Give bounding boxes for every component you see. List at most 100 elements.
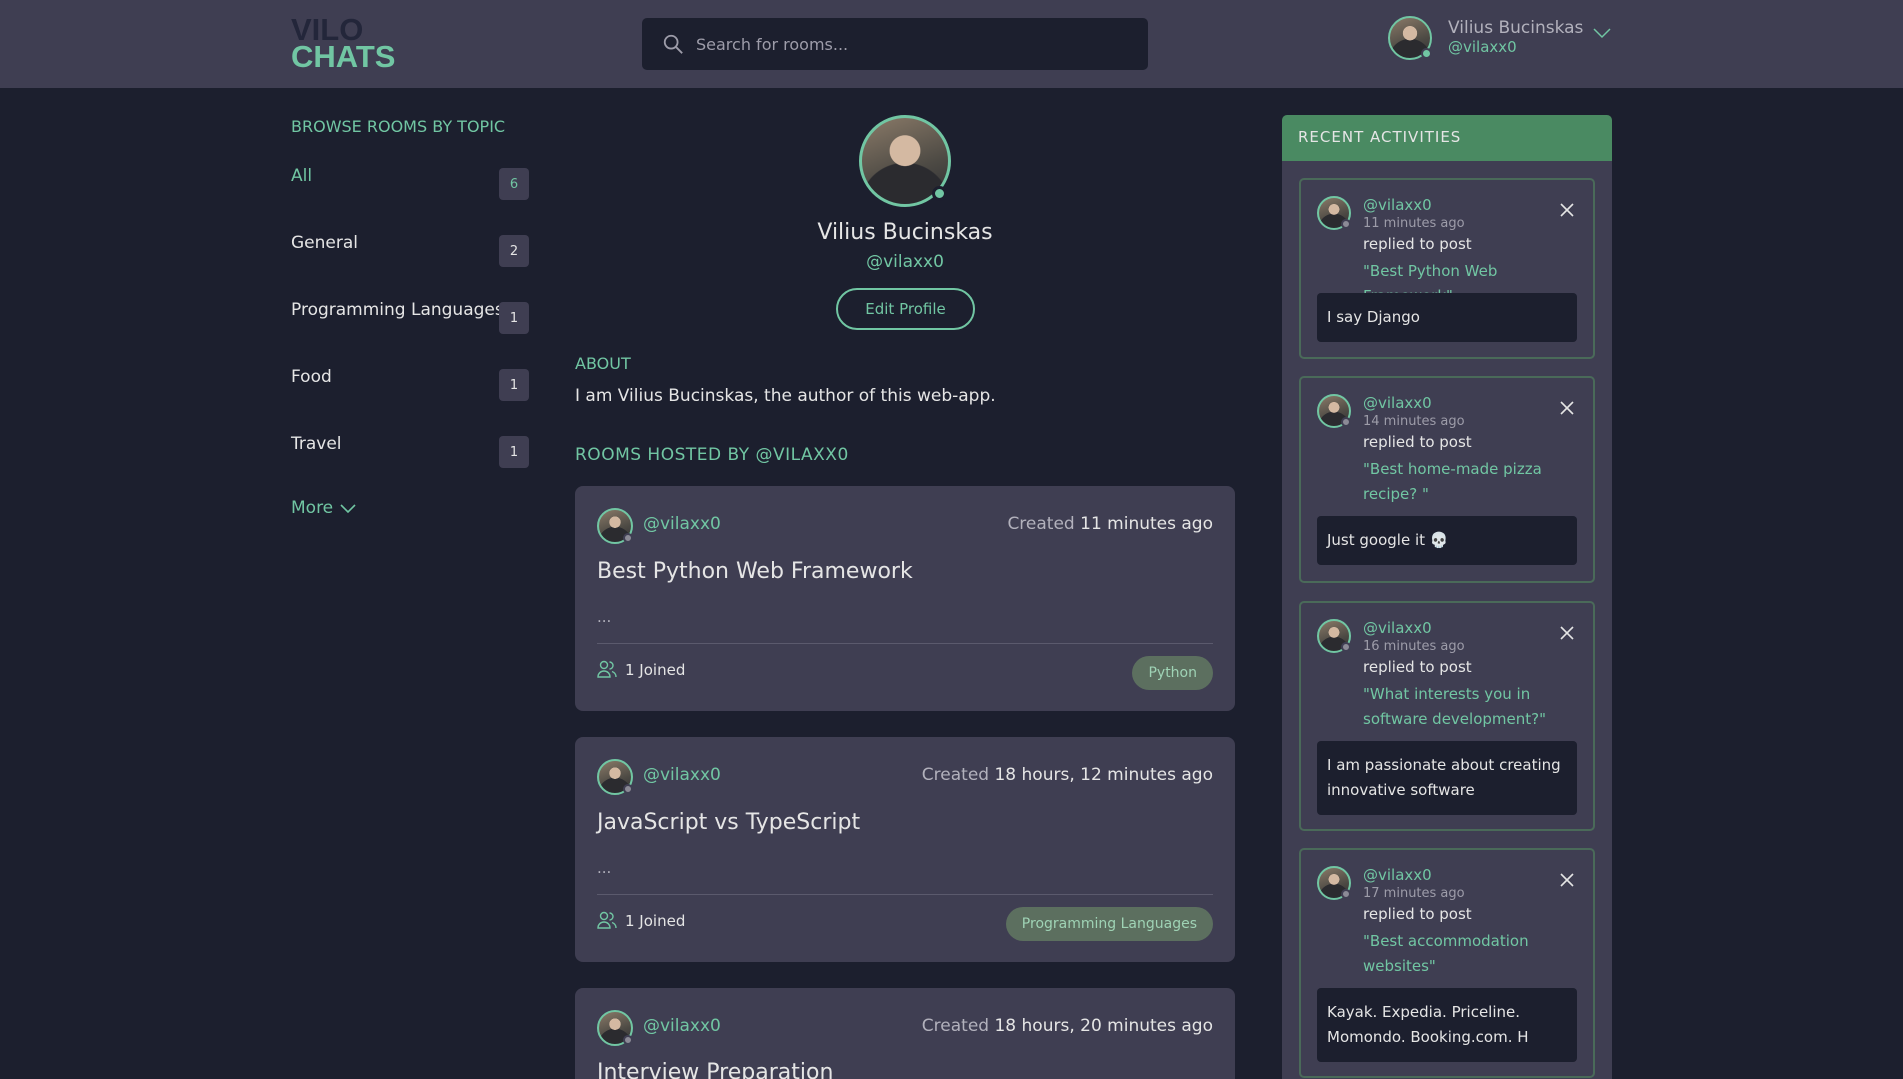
room-topic-tag[interactable]: Python (1132, 656, 1213, 690)
close-icon[interactable] (1559, 400, 1575, 416)
activity-post-link[interactable]: "What interests you in software developm… (1363, 682, 1583, 732)
created-time: 11 minutes ago (1080, 514, 1213, 534)
search-bar (642, 18, 1148, 70)
room-topic-tag[interactable]: Programming Languages (1005, 907, 1213, 941)
rooms-heading: ROOMS HOSTED BY @VILAXX0 (575, 445, 849, 465)
logo[interactable]: VILO CHATS (291, 14, 396, 74)
close-icon[interactable] (1559, 202, 1575, 218)
close-icon[interactable] (1559, 872, 1575, 888)
topic-count-badge: 1 (499, 369, 529, 401)
more-label: More (291, 498, 334, 518)
activity-post-link[interactable]: "Best accommodation websites" (1363, 929, 1583, 979)
room-host-link[interactable]: @vilaxx0 (643, 1016, 721, 1036)
activity-message: I am passionate about creating innovativ… (1317, 741, 1577, 815)
room-card[interactable]: @vilaxx0 Created 18 hours, 20 minutes ag… (575, 988, 1235, 1079)
topic-label: Food (291, 367, 332, 387)
top-bar: VILO CHATS Vilius Bucinskas @vilaxx0 (0, 0, 1903, 88)
joined-count: 1 Joined (597, 911, 685, 930)
created-prefix: Created (921, 765, 990, 785)
user-menu[interactable]: Vilius Bucinskas @vilaxx0 (1388, 16, 1618, 62)
activity-action: replied to post (1363, 433, 1472, 451)
activity-time: 14 minutes ago (1363, 414, 1465, 429)
topic-label: Programming Languages (291, 300, 504, 320)
activity-action: replied to post (1363, 658, 1472, 676)
profile-avatar (859, 115, 951, 207)
activity-card: @vilaxx0 16 minutes ago replied to post … (1299, 601, 1595, 831)
close-icon[interactable] (1559, 625, 1575, 641)
room-title-link[interactable]: Interview Preparation (597, 1060, 833, 1079)
avatar[interactable] (597, 759, 633, 795)
created-prefix: Created (921, 1016, 990, 1036)
online-status-dot (932, 186, 947, 201)
activity-user-link[interactable]: @vilaxx0 (1363, 866, 1432, 884)
room-description: ... (597, 859, 612, 877)
room-created-time: Created 18 hours, 12 minutes ago (922, 765, 1213, 785)
room-host-link[interactable]: @vilaxx0 (643, 765, 721, 785)
room-title-link[interactable]: JavaScript vs TypeScript (597, 810, 860, 835)
status-dot (1341, 417, 1351, 427)
logo-line-2: CHATS (291, 39, 396, 74)
topic-count-badge: 6 (499, 168, 529, 200)
activity-card: @vilaxx0 11 minutes ago replied to post … (1299, 178, 1595, 359)
avatar[interactable] (597, 508, 633, 544)
activity-action: replied to post (1363, 905, 1472, 923)
search-input[interactable] (696, 18, 1136, 70)
room-description: ... (597, 608, 612, 626)
chevron-down-icon[interactable] (1592, 26, 1612, 40)
activity-message: Kayak. Expedia. Priceline. Momondo. Book… (1317, 988, 1577, 1062)
avatar[interactable] (1317, 196, 1351, 230)
avatar[interactable] (1317, 394, 1351, 428)
topic-count-badge: 1 (499, 302, 529, 334)
users-icon (597, 911, 617, 929)
topic-label: Travel (291, 434, 342, 454)
room-host-link[interactable]: @vilaxx0 (643, 514, 721, 534)
avatar[interactable] (1317, 866, 1351, 900)
chevron-down-icon (340, 504, 356, 514)
avatar[interactable] (1317, 619, 1351, 653)
activity-action: replied to post (1363, 235, 1472, 253)
room-card[interactable]: @vilaxx0 Created 11 minutes ago Best Pyt… (575, 486, 1235, 711)
status-dot (1341, 889, 1351, 899)
topic-item-programming-languages[interactable]: Programming Languages 1 (291, 300, 529, 334)
room-created-time: Created 18 hours, 20 minutes ago (922, 1016, 1213, 1036)
edit-profile-button[interactable]: Edit Profile (836, 288, 975, 330)
activity-post-link[interactable]: "Best home-made pizza recipe? " (1363, 457, 1583, 507)
room-card[interactable]: @vilaxx0 Created 18 hours, 12 minutes ag… (575, 737, 1235, 962)
topic-count-badge: 1 (499, 436, 529, 468)
topic-item-all[interactable]: All 6 (291, 166, 529, 200)
user-handle: @vilaxx0 (1448, 38, 1517, 56)
topic-label: All (291, 166, 313, 186)
room-title-link[interactable]: Best Python Web Framework (597, 559, 913, 584)
users-icon (597, 660, 617, 678)
more-topics-button[interactable]: More (291, 498, 357, 518)
about-text: I am Vilius Bucinskas, the author of thi… (575, 386, 996, 406)
activity-card: @vilaxx0 17 minutes ago replied to post … (1299, 848, 1595, 1078)
divider (597, 894, 1213, 895)
avatar[interactable] (1388, 16, 1432, 60)
activity-card: @vilaxx0 14 minutes ago replied to post … (1299, 376, 1595, 583)
status-dot (623, 784, 633, 794)
activity-time: 16 minutes ago (1363, 639, 1465, 654)
search-icon (663, 34, 683, 54)
online-status-dot (1421, 48, 1432, 59)
recent-activities-heading: RECENT ACTIVITIES (1282, 115, 1612, 161)
created-time: 18 hours, 12 minutes ago (994, 765, 1213, 785)
topic-item-food[interactable]: Food 1 (291, 367, 529, 401)
divider (597, 643, 1213, 644)
activity-user-link[interactable]: @vilaxx0 (1363, 394, 1432, 412)
topic-item-travel[interactable]: Travel 1 (291, 434, 529, 468)
topics-heading: BROWSE ROOMS BY TOPIC (291, 117, 506, 136)
status-dot (1341, 642, 1351, 652)
status-dot (623, 1035, 633, 1045)
status-dot (623, 533, 633, 543)
activity-user-link[interactable]: @vilaxx0 (1363, 196, 1432, 214)
created-time: 18 hours, 20 minutes ago (994, 1016, 1213, 1036)
avatar[interactable] (597, 1010, 633, 1046)
activity-time: 17 minutes ago (1363, 886, 1465, 901)
status-dot (1341, 219, 1351, 229)
activity-user-link[interactable]: @vilaxx0 (1363, 619, 1432, 637)
activity-time: 11 minutes ago (1363, 216, 1465, 231)
joined-count: 1 Joined (597, 660, 685, 679)
created-prefix: Created (1007, 514, 1075, 534)
activity-message: I say Django (1317, 293, 1577, 342)
